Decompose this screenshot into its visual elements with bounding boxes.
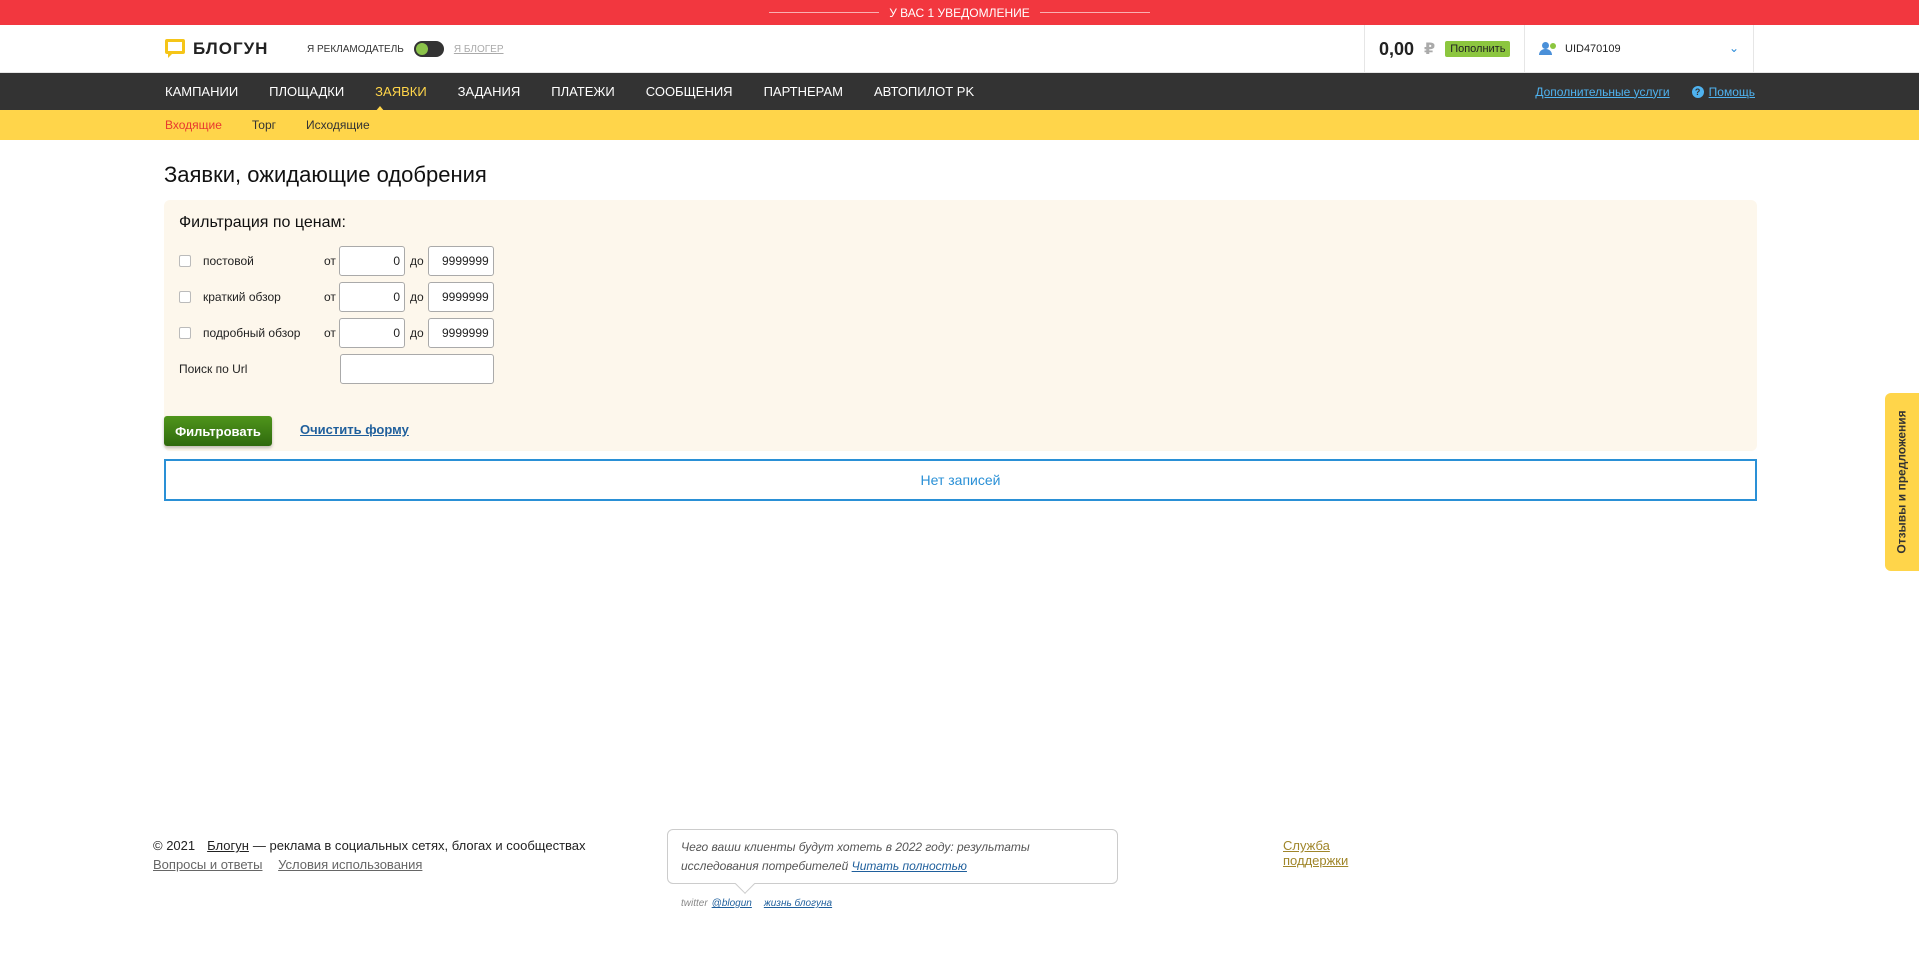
nav-item-autopilot[interactable]: АВТОПИЛОТ PK (874, 84, 974, 99)
short-review-checkbox[interactable] (179, 291, 191, 303)
terms-link[interactable]: Условия использования (278, 857, 422, 872)
clear-form-link[interactable]: Очистить форму (300, 422, 409, 437)
filter-row-label: краткий обзор (203, 290, 281, 304)
post-price-from-input[interactable] (339, 246, 405, 276)
from-label: от (324, 326, 336, 340)
nav-item-requests[interactable]: ЗАЯВКИ (375, 84, 427, 112)
header: БЛОГУН Я РЕКЛАМОДАТЕЛЬ Я БЛОГЕР 0,00 ₽ П… (0, 25, 1919, 73)
chevron-down-icon[interactable]: ⌄ (1729, 41, 1739, 55)
support-link[interactable]: Служба поддержки (1283, 838, 1393, 868)
twitter-handle-link[interactable]: @blogun (712, 898, 752, 909)
role-blogger-link[interactable]: Я БЛОГЕР (454, 44, 504, 55)
role-switch: Я РЕКЛАМОДАТЕЛЬ Я БЛОГЕР (307, 41, 504, 57)
balance-box: 0,00 ₽ Пополнить (1364, 25, 1524, 73)
subnav-item-incoming[interactable]: Входящие (165, 118, 222, 132)
balance-amount: 0,00 (1379, 38, 1415, 59)
extra-services-link[interactable]: Дополнительные услуги (1535, 85, 1669, 99)
feedback-tab-label: Отзывы и предложения (1895, 410, 1909, 554)
help-link[interactable]: Помощь (1709, 85, 1755, 99)
ruble-icon: ₽ (1424, 41, 1436, 58)
post-price-to-input[interactable] (427, 246, 494, 276)
from-label: от (324, 290, 336, 304)
sub-nav: Входящие Торг Исходящие (0, 110, 1919, 140)
user-menu[interactable]: UID470109 ⌄ (1524, 25, 1754, 73)
footer-tagline: — реклама в социальных сетях, блогах и с… (252, 838, 586, 853)
nav-item-tasks[interactable]: ЗАДАНИЯ (458, 84, 521, 99)
blog-quote: Чего ваши клиенты будут хотеть в 2022 го… (667, 829, 1118, 894)
post-checkbox[interactable] (179, 255, 191, 267)
logo-text: БЛОГУН (193, 39, 269, 58)
footer: © 2021 Блогун — реклама в социальных сетях… (153, 829, 1393, 909)
user-id: UID470109 (1565, 43, 1621, 55)
main-content: Заявки, ожидающие одобрения Фильтрация п… (164, 140, 1757, 501)
filter-form: Фильтрация по ценам: постовой от до крат… (164, 200, 1757, 451)
logo-bubble-icon (165, 39, 187, 59)
filter-row-label: подробный обзор (203, 326, 301, 340)
nav-item-partners[interactable]: ПАРТНЕРАМ (764, 84, 843, 99)
from-label: от (324, 254, 336, 268)
filter-row-detailed-review: подробный обзор от до (179, 318, 494, 348)
to-label: до (410, 326, 424, 340)
quote-tail (735, 874, 755, 894)
detailed-review-checkbox[interactable] (179, 327, 191, 339)
filter-row-label: постовой (203, 254, 254, 268)
subnav-item-outgoing[interactable]: Исходящие (306, 118, 370, 132)
page-title: Заявки, ожидающие одобрения (164, 162, 487, 187)
feedback-tab[interactable]: Отзывы и предложения (1885, 393, 1919, 571)
twitter-label: twitter (681, 898, 708, 909)
brand-link[interactable]: Блогун (207, 838, 249, 853)
notification-text[interactable]: У ВАС 1 УВЕДОМЛЕНИЕ (889, 6, 1030, 20)
help-icon: ? (1691, 85, 1704, 98)
filter-row-url: Поиск по Url (179, 354, 494, 384)
to-label: до (410, 290, 424, 304)
read-more-link[interactable]: Читать полностью (852, 859, 967, 873)
nav-item-platforms[interactable]: ПЛОЩАДКИ (269, 84, 344, 99)
role-advertiser-label[interactable]: Я РЕКЛАМОДАТЕЛЬ (307, 44, 404, 55)
twitter-row: twitter @blogun жизнь блогуна (681, 898, 840, 909)
help-link-wrapper[interactable]: ? Помощь (1691, 85, 1755, 99)
user-icon (1539, 42, 1557, 56)
role-toggle[interactable] (413, 41, 444, 57)
main-nav: КАМПАНИИ ПЛОЩАДКИ ЗАЯВКИ ЗАДАНИЯ ПЛАТЕЖИ… (0, 73, 1919, 112)
notification-divider-right (1039, 12, 1150, 13)
filter-button[interactable]: Фильтровать (164, 416, 272, 446)
blog-life-link[interactable]: жизнь блогуна (764, 898, 832, 909)
logo[interactable]: БЛОГУН (165, 39, 268, 59)
short-review-price-from-input[interactable] (339, 282, 405, 312)
filter-title: Фильтрация по ценам: (179, 214, 346, 231)
topup-button[interactable]: Пополнить (1445, 41, 1511, 57)
nav-item-messages[interactable]: СООБЩЕНИЯ (646, 84, 733, 99)
no-records-message: Нет записей (164, 459, 1757, 501)
notification-bar[interactable]: У ВАС 1 УВЕДОМЛЕНИЕ (0, 0, 1919, 25)
to-label: до (410, 254, 424, 268)
nav-item-campaigns[interactable]: КАМПАНИИ (165, 84, 238, 99)
subnav-item-bargain[interactable]: Торг (252, 118, 276, 132)
nav-item-payments[interactable]: ПЛАТЕЖИ (551, 84, 615, 99)
short-review-price-to-input[interactable] (427, 282, 494, 312)
detailed-review-price-from-input[interactable] (339, 318, 405, 348)
toggle-knob (415, 43, 428, 55)
url-search-input[interactable] (340, 354, 494, 384)
copyright: © 2021 (153, 838, 196, 853)
filter-row-short-review: краткий обзор от до (179, 282, 494, 312)
filter-row-post: постовой от до (179, 246, 494, 276)
detailed-review-price-to-input[interactable] (427, 318, 494, 348)
url-search-label: Поиск по Url (179, 362, 248, 376)
faq-link[interactable]: Вопросы и ответы (153, 857, 262, 872)
notification-divider-left (769, 12, 880, 13)
